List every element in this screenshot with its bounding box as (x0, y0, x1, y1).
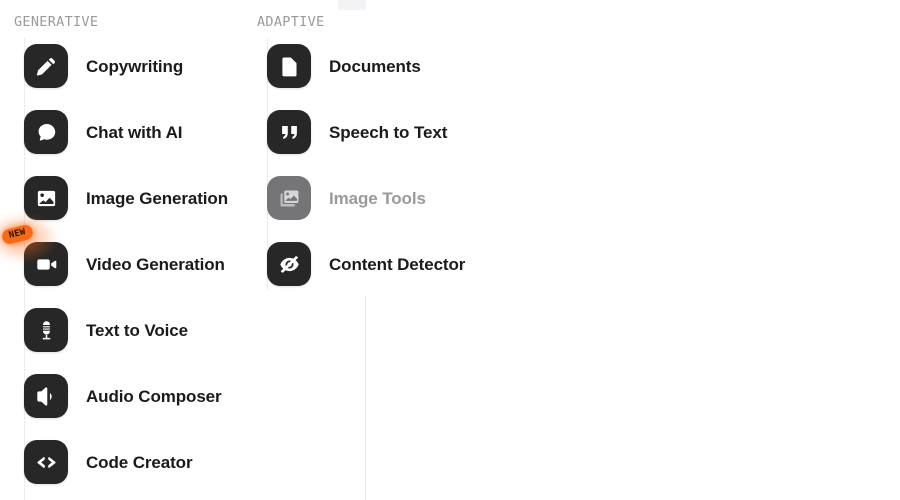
quote-marks-icon[interactable] (267, 110, 311, 154)
video-camera-icon[interactable] (24, 242, 68, 286)
document-icon[interactable] (267, 44, 311, 88)
menu-item-label: Video Generation (86, 254, 225, 274)
top-gutter-sliver (338, 0, 366, 10)
menu-item-label: Audio Composer (86, 386, 222, 406)
column-divider-right (365, 296, 366, 500)
menu-item-label: Documents (329, 56, 421, 76)
image-icon[interactable] (24, 176, 68, 220)
menu-item-label: Chat with AI (86, 122, 183, 142)
code-brackets-icon[interactable] (24, 440, 68, 484)
menu-item-label: Speech to Text (329, 122, 448, 142)
chat-bubble-icon[interactable] (24, 110, 68, 154)
section-header-adaptive: ADAPTIVE (257, 14, 325, 30)
menu-item-image-tools: Image Tools (267, 176, 497, 220)
menu-item-code-creator[interactable]: Code Creator (24, 440, 254, 484)
menu-item-copywriting[interactable]: Copywriting (24, 44, 254, 88)
menu-item-label: Content Detector (329, 254, 466, 274)
menu-item-speech-to-text[interactable]: Speech to Text (267, 110, 497, 154)
microphone-icon[interactable] (24, 308, 68, 352)
menu-list-adaptive: Documents Speech to Text Image Tools Conten… (267, 44, 497, 286)
menu-item-image-generation[interactable]: Image Generation (24, 176, 254, 220)
menu-item-video-generation[interactable]: NEW Video Generation (0, 213, 254, 286)
section-header-generative: GENERATIVE (14, 14, 99, 30)
menu-item-chat-with-ai[interactable]: Chat with AI (24, 110, 254, 154)
menu-item-content-detector[interactable]: Content Detector (267, 242, 497, 286)
menu-item-documents[interactable]: Documents (267, 44, 497, 88)
menu-item-label: Text to Voice (86, 320, 188, 340)
menu-item-label: Image Generation (86, 188, 228, 208)
new-badge: NEW (0, 223, 35, 246)
speaker-icon[interactable] (24, 374, 68, 418)
menu-item-label: Image Tools (329, 188, 426, 208)
menu-item-label: Code Creator (86, 452, 193, 472)
eye-slash-icon[interactable] (267, 242, 311, 286)
menu-list-generative: Copywriting Chat with AI Image Generation N… (0, 44, 254, 484)
photo-stack-icon (267, 176, 311, 220)
menu-item-text-to-voice[interactable]: Text to Voice (24, 308, 254, 352)
pencil-icon[interactable] (24, 44, 68, 88)
menu-item-audio-composer[interactable]: Audio Composer (24, 374, 254, 418)
menu-item-label: Copywriting (86, 56, 184, 76)
tool-menu-panel: GENERATIVE Copywriting Chat with AI Image … (0, 0, 900, 500)
